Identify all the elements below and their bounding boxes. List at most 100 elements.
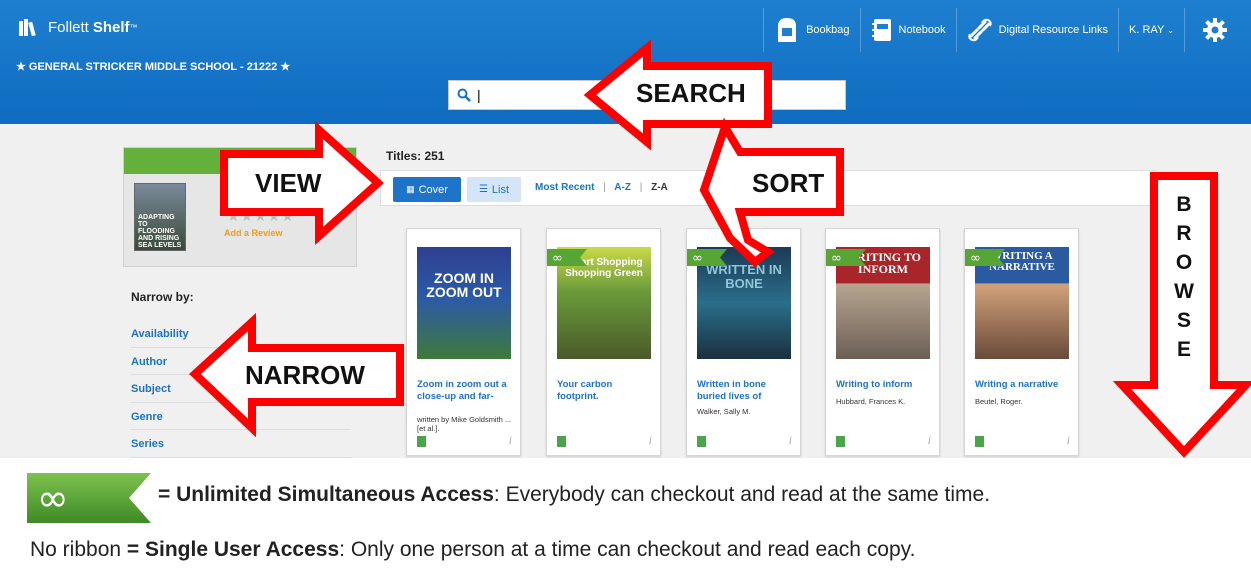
book-title[interactable]: Writing to inform: [836, 379, 932, 391]
facet-availability[interactable]: Availability: [131, 320, 351, 348]
book-title[interactable]: Written in bone buried lives of: [697, 379, 793, 403]
legend-single-description: : Only one person at a time can checkout…: [339, 538, 916, 561]
book-author: Walker, Sally M.: [697, 407, 751, 416]
browse-letter: W: [1174, 280, 1194, 303]
info-icon[interactable]: i: [649, 433, 652, 448]
info-icon[interactable]: i: [1067, 433, 1070, 448]
book-title[interactable]: Writing a narrative: [975, 379, 1071, 391]
facet-series[interactable]: Series: [131, 430, 351, 458]
unlimited-access-ribbon-large: ∞: [27, 473, 151, 523]
infinity-icon: ∞: [970, 251, 981, 266]
recent-book-cover-text: ADAPTING TO FLOODING AND RISING SEA LEVE…: [138, 214, 182, 249]
ebook-icon: [836, 436, 845, 447]
unlimited-access-ribbon: ∞: [826, 249, 866, 266]
sort-annotation-label: SORT: [752, 168, 825, 198]
notebook-label: Notebook: [898, 24, 946, 36]
sort-z-a[interactable]: Z-A: [651, 182, 668, 193]
book-author: Hubbard, Frances K.: [836, 397, 906, 406]
recent-book-thumbnail[interactable]: ADAPTING TO FLOODING AND RISING SEA LEVE…: [134, 183, 186, 251]
caret-down-icon: ⌄: [1167, 25, 1174, 35]
brand-logo[interactable]: Follett Shelf ™: [18, 15, 138, 39]
narrow-by-title: Narrow by:: [131, 290, 194, 304]
book-title[interactable]: Zoom in zoom out a close-up and far-: [417, 379, 513, 403]
rating-stars[interactable]: ★★★★★: [227, 208, 295, 225]
titles-count: Titles: 251: [386, 149, 445, 163]
book-title[interactable]: Your carbon footprint.: [557, 379, 653, 403]
legend-single-text: No ribbon = Single User Access: Only one…: [30, 538, 915, 562]
legend-unlimited-row: ∞ = Unlimited Simultaneous Access: Every…: [0, 473, 1251, 523]
browse-letter: E: [1176, 338, 1191, 361]
digital-resource-links-button[interactable]: Digital Resource Links: [955, 8, 1118, 52]
book-card[interactable]: WRITTEN IN BONE ∞ Written in bone buried…: [686, 228, 801, 456]
legend-unlimited-term: = Unlimited Simultaneous Access: [158, 483, 494, 506]
sort-separator: |: [639, 182, 643, 193]
legend-single-term: = Single User Access: [126, 538, 340, 561]
brand-name: Follett: [48, 18, 89, 36]
notebook-button[interactable]: Notebook: [859, 8, 956, 52]
gear-icon: [1203, 18, 1227, 42]
trademark: ™: [129, 22, 138, 32]
view-annotation-label: VIEW: [255, 168, 322, 198]
add-review-link[interactable]: Add a Review: [224, 228, 283, 238]
book-cover-text: ZOOM IN ZOOM OUT: [426, 270, 502, 300]
browse-letter: S: [1176, 309, 1191, 332]
info-icon[interactable]: i: [509, 433, 512, 448]
infinity-icon: ∞: [692, 251, 703, 266]
unlimited-access-ribbon: ∞: [687, 249, 727, 266]
browse-letter: O: [1175, 251, 1193, 274]
legend-unlimited-text: = Unlimited Simultaneous Access: Everybo…: [158, 483, 990, 507]
user-menu[interactable]: K. RAY ⌄: [1118, 8, 1184, 52]
book-cover[interactable]: ZOOM IN ZOOM OUT: [417, 247, 511, 359]
facet-genre[interactable]: Genre: [131, 403, 351, 430]
book-author: written by Mike Goldsmith ... [et al.].: [417, 415, 512, 433]
narrow-annotation-label: NARROW: [245, 360, 365, 390]
top-nav: Bookbag Notebook Digital Resource Links …: [763, 8, 1251, 52]
bookbag-label: Bookbag: [806, 24, 850, 36]
recently-read-card: You re ADAPTING TO FLOODING AND RISING S…: [123, 147, 357, 267]
infinity-icon: ∞: [37, 476, 69, 520]
search-icon: [457, 88, 471, 102]
book-card[interactable]: Smart Shopping Shopping Green ∞ Your car…: [546, 228, 661, 456]
brand-product: Shelf: [92, 18, 130, 36]
sort-most-recent[interactable]: Most Recent: [535, 182, 594, 193]
school-name: ★ GENERAL STRICKER MIDDLE SCHOOL - 21222…: [16, 61, 291, 73]
unlimited-access-ribbon: ∞: [965, 249, 1005, 266]
settings-button[interactable]: [1184, 8, 1251, 52]
browse-letter: R: [1176, 222, 1192, 245]
legend-single-prefix: No ribbon: [30, 538, 127, 561]
digital-resource-links-label: Digital Resource Links: [998, 24, 1109, 36]
sort-a-z[interactable]: A-Z: [614, 182, 631, 193]
list-icon: ☰: [478, 184, 488, 195]
info-icon[interactable]: i: [789, 433, 792, 448]
book-card[interactable]: WRITING TO INFORM ∞ Writing to inform Hu…: [825, 228, 940, 456]
book-card[interactable]: ZOOM IN ZOOM OUT Zoom in zoom out a clos…: [406, 228, 521, 456]
legend-unlimited-description: : Everybody can checkout and read at the…: [493, 483, 991, 506]
bookbag-button[interactable]: Bookbag: [763, 8, 859, 52]
browse-annotation-label: B R O W S E: [1170, 190, 1198, 364]
ebook-icon: [557, 436, 566, 447]
search-annotation-label: SEARCH: [636, 78, 746, 108]
cover-view-label: Cover: [418, 183, 448, 196]
cover-view-button[interactable]: ▦ Cover: [393, 177, 461, 202]
list-view-button[interactable]: ☰ List: [467, 177, 521, 202]
info-icon[interactable]: i: [928, 433, 931, 448]
infinity-icon: ∞: [552, 251, 563, 266]
book-card[interactable]: WRITING A NARRATIVE ∞ Writing a narrativ…: [964, 228, 1079, 456]
notebook-icon: [871, 19, 891, 41]
book-cover-text: WRITTEN IN BONE: [706, 262, 782, 291]
ebook-icon: [975, 436, 984, 447]
infinity-icon: ∞: [831, 251, 842, 266]
books-icon: [19, 19, 36, 37]
app-root: Follett Shelf ™ ★ GENERAL STRICKER MIDDL…: [0, 0, 1251, 571]
top-header: Follett Shelf ™ ★ GENERAL STRICKER MIDDL…: [0, 0, 1251, 124]
sort-separator: |: [603, 182, 606, 193]
list-view-label: List: [491, 183, 510, 196]
sort-options: Most Recent | A-Z | Z-A: [535, 182, 668, 193]
browse-letter: B: [1176, 193, 1192, 216]
ebook-icon: [417, 436, 426, 447]
unlimited-access-ribbon: ∞: [547, 249, 587, 266]
book-author: Beutel, Roger.: [975, 397, 1023, 406]
link-icon: [967, 18, 992, 42]
bookbag-icon: [778, 18, 797, 42]
ebook-icon: [697, 436, 706, 447]
